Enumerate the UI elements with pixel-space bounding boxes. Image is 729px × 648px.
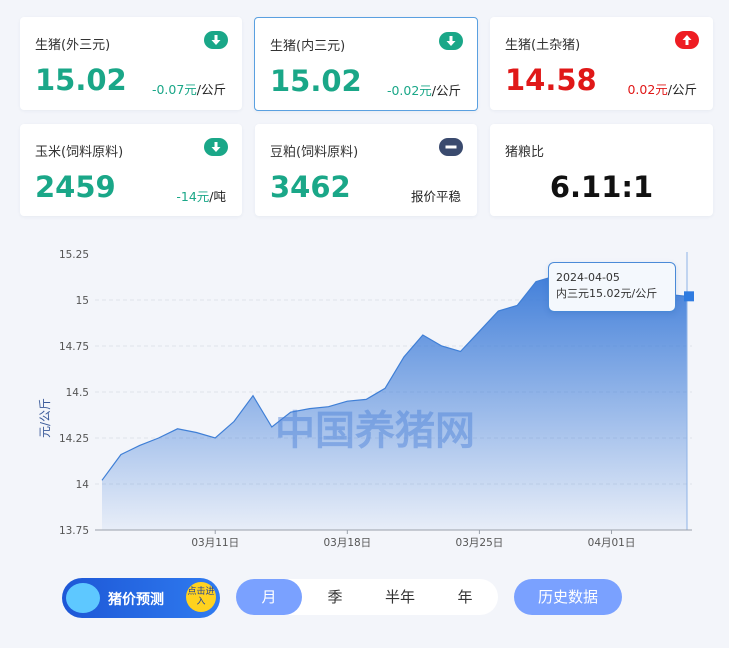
change-amount: 0.02元 bbox=[627, 82, 668, 97]
y-tick-label: 14.5 bbox=[66, 387, 89, 399]
forecast-go-badge: 点击进入 bbox=[186, 582, 216, 612]
period-halfyear-tab[interactable]: 半年 bbox=[367, 579, 433, 615]
price-card-waisanyuan[interactable]: 生猪(外三元) 15.02 -0.07元/公斤 bbox=[20, 17, 242, 110]
change-amount: -0.02元 bbox=[386, 83, 432, 98]
change-unit: /吨 bbox=[209, 189, 226, 204]
up-arrow-icon bbox=[675, 31, 699, 49]
y-axis: 15.25 15 14.75 14.5 14.25 14 13.75 bbox=[59, 249, 89, 537]
y-tick-label: 15.25 bbox=[59, 249, 89, 261]
forecast-logo-icon bbox=[66, 583, 100, 613]
period-month-tab[interactable]: 月 bbox=[236, 579, 302, 615]
price-area bbox=[102, 276, 687, 530]
tooltip-date: 2024-04-05 bbox=[556, 271, 620, 284]
card-value: 2459 bbox=[35, 170, 116, 204]
x-axis: 03月11日 03月18日 03月25日 04月01日 bbox=[191, 530, 635, 549]
change-amount: -14元 bbox=[176, 189, 210, 204]
y-axis-label: 元/公斤 bbox=[38, 398, 52, 438]
card-name: 豆粕(饲料原料) bbox=[270, 145, 359, 160]
chart-tooltip: 2024-04-05 内三元15.02元/公斤 bbox=[548, 262, 676, 312]
ratio-card[interactable]: 猪粮比 6.11:1 bbox=[490, 124, 713, 216]
card-name: 生猪(外三元) bbox=[35, 38, 111, 53]
card-change: -14元/吨 bbox=[176, 186, 226, 205]
watermark: 中国养猪网 bbox=[275, 408, 475, 454]
x-tick-label: 04月01日 bbox=[588, 537, 636, 549]
period-quarter-tab[interactable]: 季 bbox=[302, 579, 368, 615]
price-forecast-button[interactable]: 猪价预测 点击进入 bbox=[62, 578, 220, 618]
card-value: 14.58 bbox=[505, 63, 597, 97]
price-card-soymeal[interactable]: 豆粕(饲料原料) 3462 报价平稳 bbox=[255, 124, 477, 216]
card-name: 生猪(土杂猪) bbox=[505, 38, 581, 53]
price-card-corn[interactable]: 玉米(饲料原料) 2459 -14元/吨 bbox=[20, 124, 242, 216]
ratio-value: 6.11:1 bbox=[549, 170, 654, 204]
card-value: 15.02 bbox=[35, 63, 127, 97]
y-tick-label: 14 bbox=[76, 479, 90, 491]
change-unit: /公斤 bbox=[667, 82, 697, 97]
history-data-button[interactable]: 历史数据 bbox=[514, 579, 622, 615]
card-name: 生猪(内三元) bbox=[270, 39, 346, 54]
down-arrow-icon bbox=[204, 31, 228, 49]
card-change: 0.02元/公斤 bbox=[627, 79, 697, 98]
x-tick-label: 03月11日 bbox=[191, 537, 239, 549]
card-change: -0.07元/公斤 bbox=[152, 79, 226, 98]
period-year-tab[interactable]: 年 bbox=[432, 579, 498, 615]
y-tick-label: 14.75 bbox=[59, 341, 89, 353]
change-unit: /公斤 bbox=[196, 82, 226, 97]
price-card-tuzazhu[interactable]: 生猪(土杂猪) 14.58 0.02元/公斤 bbox=[490, 17, 713, 110]
card-status: 报价平稳 bbox=[410, 189, 461, 204]
y-tick-label: 15 bbox=[76, 295, 89, 307]
highlight-marker[interactable] bbox=[684, 291, 694, 302]
period-switcher: 月 季 半年 年 bbox=[236, 579, 498, 615]
down-arrow-icon bbox=[439, 32, 463, 50]
card-name: 猪粮比 bbox=[505, 145, 545, 160]
x-tick-label: 03月18日 bbox=[323, 537, 371, 549]
tooltip-text: 内三元15.02元/公斤 bbox=[556, 287, 658, 300]
card-value: 15.02 bbox=[270, 64, 362, 98]
forecast-label: 猪价预测 bbox=[108, 592, 164, 608]
price-card-neisanyuan[interactable]: 生猪(内三元) 15.02 -0.02元/公斤 bbox=[254, 17, 478, 111]
x-tick-label: 03月25日 bbox=[456, 537, 504, 549]
flat-minus-icon bbox=[439, 138, 463, 156]
y-tick-label: 13.75 bbox=[59, 525, 89, 537]
card-change: -0.02元/公斤 bbox=[387, 80, 461, 99]
card-name: 玉米(饲料原料) bbox=[35, 145, 124, 160]
change-unit: /公斤 bbox=[431, 83, 461, 98]
card-value: 3462 bbox=[270, 170, 351, 204]
y-tick-label: 14.25 bbox=[59, 433, 89, 445]
change-amount: -0.07元 bbox=[151, 82, 197, 97]
down-arrow-icon bbox=[204, 138, 228, 156]
